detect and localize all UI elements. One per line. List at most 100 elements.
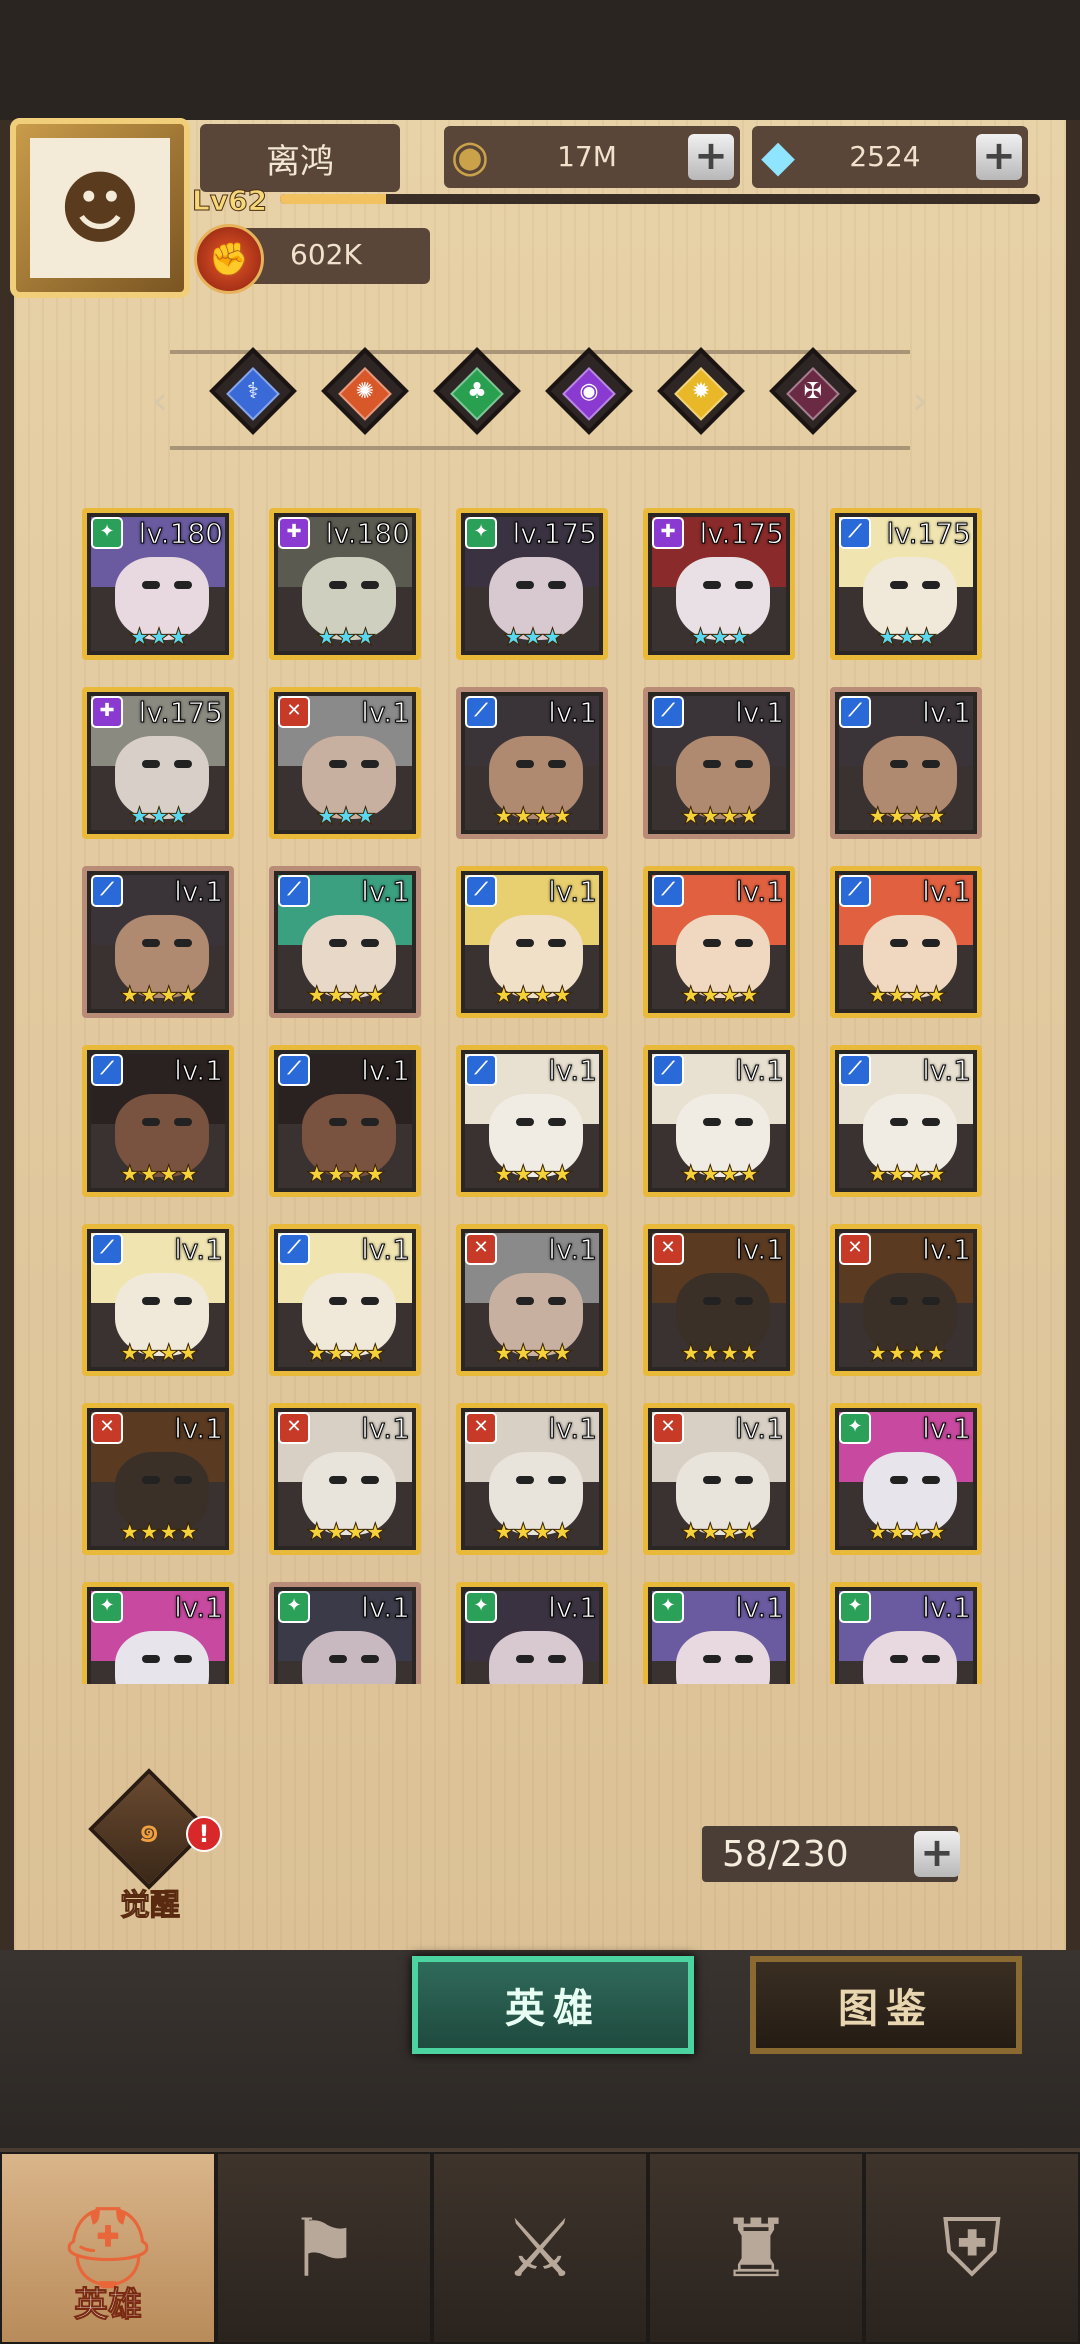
hero-card[interactable]: ✦ lv.1 — [456, 1582, 608, 1684]
filter-fire-button[interactable]: ✺ — [321, 347, 409, 435]
nav-battle[interactable]: ⚔ — [434, 2154, 646, 2342]
class-green-icon: ✦ — [91, 1591, 123, 1623]
portrait-eye — [922, 1476, 941, 1485]
hero-card[interactable]: ⟋ lv.1 ★★★★ — [82, 866, 234, 1018]
filter-light-icon: ✹ — [691, 378, 711, 404]
hero-card[interactable]: ⟋ lv.1 ★★★★ — [830, 1045, 982, 1197]
hero-card[interactable]: ✕ lv.1 ★★★★ — [456, 1224, 608, 1376]
class-purple-icon: ✚ — [91, 696, 123, 728]
hero-card[interactable]: ⟋ lv.1 ★★★★ — [456, 687, 608, 839]
hero-card[interactable]: ✕ lv.1 ★★★ — [269, 687, 421, 839]
filter-shadow-button[interactable]: ◉ — [545, 347, 633, 435]
hero-stars: ★★★★ — [118, 1160, 199, 1189]
hero-card[interactable]: ⟋ lv.1 ★★★★ — [643, 866, 795, 1018]
hero-card[interactable]: ✦ lv.175 ★★★ — [456, 508, 608, 660]
hero-card[interactable]: ⟋ lv.1 ★★★★ — [830, 687, 982, 839]
hero-card[interactable]: ⟋ lv.1 ★★★★ — [830, 866, 982, 1018]
portrait-eye — [548, 1655, 567, 1664]
portrait-eye — [328, 1297, 347, 1306]
expand-capacity-button[interactable]: + — [914, 1831, 960, 1877]
hero-card[interactable]: ⟋ lv.1 ★★★★ — [82, 1224, 234, 1376]
hero-level: lv.1 — [922, 696, 972, 730]
hero-card[interactable]: ✚ lv.175 ★★★ — [643, 508, 795, 660]
portrait-eye — [515, 1476, 534, 1485]
hero-card[interactable]: ✕ lv.1 ★★★★ — [269, 1403, 421, 1555]
hero-card[interactable]: ⟋ lv.1 ★★★★ — [643, 687, 795, 839]
tab-heroes[interactable]: 英雄 — [412, 1956, 694, 2054]
class-blue-icon: ⟋ — [839, 696, 871, 728]
nav-heroes[interactable]: ⛑ 英雄 — [2, 2154, 214, 2342]
portrait-eye — [174, 1118, 193, 1127]
hero-card[interactable]: ✕ lv.1 ★★★★ — [830, 1224, 982, 1376]
nav-guild[interactable]: ⚑ — [218, 2154, 430, 2342]
hero-level: lv.1 — [548, 1054, 598, 1088]
hero-card[interactable]: ✦ lv.1 — [830, 1582, 982, 1684]
hero-stars: ★★★ — [689, 623, 751, 652]
filter-water-button[interactable]: ⚕ — [209, 347, 297, 435]
hero-level: lv.1 — [548, 1591, 598, 1625]
hero-card[interactable]: ⟋ lv.1 ★★★★ — [269, 1224, 421, 1376]
hero-card[interactable]: ✕ lv.1 ★★★★ — [82, 1403, 234, 1555]
hero-card[interactable]: ⟋ lv.1 ★★★★ — [456, 866, 608, 1018]
hero-stars: ★★★★ — [679, 1160, 760, 1189]
portrait-eye — [141, 1476, 160, 1485]
add-gold-button[interactable]: + — [688, 134, 734, 180]
diamond-value: 2524 — [849, 140, 921, 173]
filter-light-button[interactable]: ✹ — [657, 347, 745, 435]
hero-card[interactable]: ✦ lv.1 ★★★★ — [830, 1403, 982, 1555]
hero-card[interactable]: ⟋ lv.1 ★★★★ — [269, 866, 421, 1018]
portrait-eye — [141, 1297, 160, 1306]
hero-card[interactable]: ⟋ lv.1 ★★★★ — [456, 1045, 608, 1197]
add-diamond-button[interactable]: + — [976, 134, 1022, 180]
hero-card[interactable]: ⟋ lv.1 ★★★★ — [82, 1045, 234, 1197]
hero-card[interactable]: ✦ lv.180 ★★★ — [82, 508, 234, 660]
hero-card[interactable]: ✕ lv.1 ★★★★ — [643, 1224, 795, 1376]
hero-stars: ★★★★ — [305, 981, 386, 1010]
portrait-eye — [735, 1118, 754, 1127]
portrait-face — [676, 1631, 770, 1684]
portrait-eye — [361, 1297, 380, 1306]
awaken-button[interactable]: ๑ ! 觉醒 — [88, 1768, 222, 1924]
portrait-eye — [174, 1297, 193, 1306]
portrait-eye — [361, 1655, 380, 1664]
filter-shadow-icon: ◉ — [579, 378, 599, 404]
hero-card[interactable]: ✦ lv.1 — [643, 1582, 795, 1684]
xp-bar — [280, 194, 1040, 204]
hero-card[interactable]: ✦ lv.1 — [82, 1582, 234, 1684]
nav-castle[interactable]: ♜ — [650, 2154, 862, 2342]
hero-card[interactable]: ✦ lv.1 — [269, 1582, 421, 1684]
portrait-eye — [735, 1476, 754, 1485]
filter-nature-button[interactable]: ♣ — [433, 347, 521, 435]
portrait-eye — [361, 760, 380, 769]
hero-card[interactable]: ⟋ lv.175 ★★★ — [830, 508, 982, 660]
hero-card[interactable]: ⟋ lv.1 ★★★★ — [269, 1045, 421, 1197]
guild-flag-icon: ⚑ — [288, 2201, 360, 2295]
hero-card[interactable]: ✕ lv.1 ★★★★ — [456, 1403, 608, 1555]
capacity-value: 58/230 — [722, 1834, 849, 1875]
hero-level: lv.1 — [361, 875, 411, 909]
class-blue-icon: ⟋ — [278, 875, 310, 907]
filter-dark-button[interactable]: ✠ — [769, 347, 857, 435]
tab-codex[interactable]: 图鉴 — [750, 1956, 1022, 2054]
player-avatar[interactable]: ☻ — [10, 118, 190, 298]
portrait-eye — [548, 760, 567, 769]
portrait-eye — [328, 760, 347, 769]
class-blue-icon: ⟋ — [91, 1233, 123, 1265]
nav-alliance[interactable]: ⛨ — [866, 2154, 1078, 2342]
crossed-swords-icon: ⚔ — [504, 2201, 576, 2295]
portrait-eye — [141, 581, 160, 590]
portrait-eye — [515, 1297, 534, 1306]
hero-level: lv.1 — [922, 1233, 972, 1267]
portrait-eye — [328, 939, 347, 948]
chevron-left-icon: ‹ — [152, 378, 168, 424]
portrait-eye — [889, 939, 908, 948]
class-green-icon: ✦ — [652, 1591, 684, 1623]
hero-level: lv.1 — [361, 1054, 411, 1088]
hero-stars: ★★★ — [876, 623, 938, 652]
hero-card[interactable]: ⟋ lv.1 ★★★★ — [643, 1045, 795, 1197]
hero-card[interactable]: ✕ lv.1 ★★★★ — [643, 1403, 795, 1555]
gold-currency: ◉ 17M + — [444, 126, 740, 188]
class-red-icon: ✕ — [278, 1412, 310, 1444]
hero-card[interactable]: ✚ lv.180 ★★★ — [269, 508, 421, 660]
hero-card[interactable]: ✚ lv.175 ★★★ — [82, 687, 234, 839]
